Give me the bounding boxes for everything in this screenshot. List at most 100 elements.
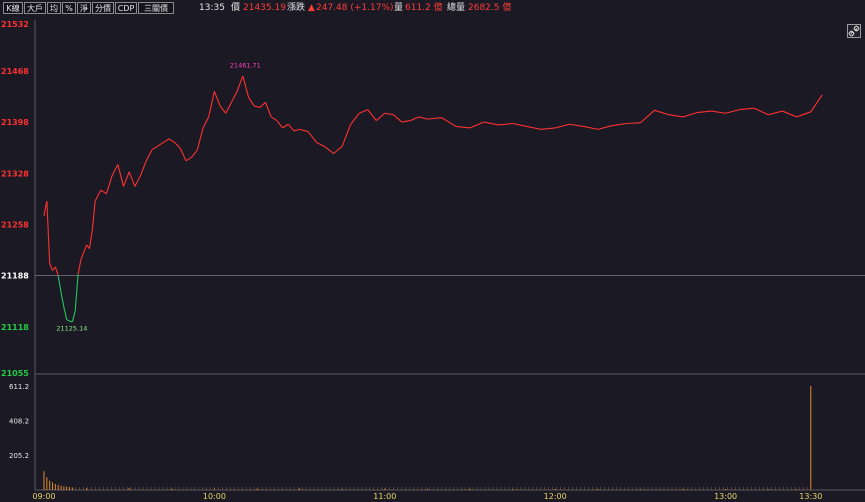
price-segment [196, 127, 204, 150]
volume-bar-minor [83, 487, 84, 490]
volume-bar [725, 488, 727, 490]
price-segment [697, 110, 712, 114]
price-segment [134, 175, 142, 187]
volume-bar-minor [389, 487, 390, 490]
volume-bar-minor [484, 487, 486, 490]
volume-bar-minor [182, 487, 184, 490]
price-segment [555, 123, 570, 129]
volume-bar-minor [512, 487, 514, 490]
volume-bar-minor [580, 487, 581, 490]
volume-bar-minor [313, 487, 315, 490]
volume-bar-minor [743, 487, 744, 490]
volume-bar-minor [162, 487, 164, 490]
time-tick-label: 13:00 [714, 492, 737, 501]
price-segment [52, 266, 56, 271]
price-segment [333, 145, 343, 154]
price-segment [46, 201, 51, 264]
volume-bar-minor [548, 487, 549, 490]
price-segment [540, 127, 556, 130]
price-segment [316, 142, 326, 148]
volume-bar-minor [480, 487, 482, 490]
volume-bar-minor [715, 487, 716, 490]
price-segment [583, 125, 598, 130]
volume-bar [71, 487, 73, 490]
volume-bar-minor [711, 487, 712, 490]
time-tick-label: 11:00 [373, 492, 396, 501]
volume-bar-minor [393, 487, 394, 490]
volume-bar-minor [655, 487, 657, 490]
volume-bar-minor [699, 487, 701, 490]
volume-bar-minor [691, 487, 693, 490]
volume-bar-minor [663, 487, 665, 490]
volume-bar-minor [385, 487, 386, 490]
volume-bar-minor [552, 487, 553, 490]
volume-bar-minor [281, 487, 283, 490]
volume-bar-minor [707, 487, 709, 490]
price-segment [753, 107, 769, 116]
volume-bar-minor [262, 487, 263, 490]
volume-bar [60, 485, 62, 490]
volume-bar-minor [786, 487, 788, 490]
price-segment [410, 116, 420, 122]
volume-bar-minor [540, 487, 542, 490]
volume-bar-minor [118, 487, 120, 490]
price-segment [88, 230, 93, 249]
volume-bar-minor [488, 487, 490, 490]
volume-bar-minor [154, 487, 156, 490]
volume-bar-minor [437, 487, 438, 490]
volume-bar-minor [596, 487, 597, 490]
volume-bar-minor [226, 487, 227, 490]
volume-bar-minor [433, 487, 434, 490]
price-segment [739, 107, 755, 111]
volume-bar-minor [647, 487, 649, 490]
volume-bar-minor [731, 487, 732, 490]
volume-bar-minor [357, 487, 359, 490]
low-annotation: 21125.14 [56, 325, 87, 333]
price-segment [145, 149, 153, 162]
volume-bar-minor [278, 487, 279, 490]
volume-bar-minor [115, 487, 116, 490]
volume-tick-label: 205.2 [9, 452, 29, 460]
price-segment [392, 114, 403, 123]
volume-bar-minor [218, 487, 219, 490]
price-segment [111, 164, 119, 176]
price-segment [569, 123, 584, 127]
price-tick-label: 21258 [1, 220, 29, 229]
volume-bar-minor [349, 487, 351, 490]
price-segment [117, 164, 125, 187]
volume-bar-minor [798, 487, 800, 490]
volume-bar-minor [325, 487, 327, 490]
price-tick-label: 21532 [1, 20, 29, 29]
price-segment [375, 112, 386, 121]
price-segment [74, 274, 79, 311]
volume-bar [597, 489, 599, 490]
volume-bar-minor [274, 487, 275, 490]
price-segment [71, 310, 76, 322]
price-segment [293, 128, 300, 132]
price-segment [265, 102, 272, 118]
time-tick-label: 10:00 [203, 492, 226, 501]
volume-bar-minor [775, 487, 776, 490]
link-button[interactable] [847, 24, 861, 38]
price-segment [287, 123, 295, 132]
volume-bar-minor [536, 487, 538, 490]
price-segment [54, 266, 59, 276]
price-segment [384, 112, 394, 116]
price-tick-label: 21328 [1, 169, 29, 178]
volume-bar-minor [460, 487, 462, 490]
price-segment [105, 175, 113, 194]
price-segment [91, 201, 96, 231]
volume-bar-minor [170, 487, 172, 490]
volume-bar [299, 488, 301, 490]
price-segment [276, 120, 283, 129]
price-segment [341, 124, 352, 147]
price-segment [208, 91, 215, 118]
volume-bar [128, 487, 130, 490]
volume-bar-minor [242, 487, 243, 490]
volume-bar-minor [604, 487, 605, 490]
volume-bar-minor [246, 487, 247, 490]
volume-bar-minor [464, 487, 466, 490]
volume-bar-minor [683, 487, 685, 490]
price-segment [307, 131, 318, 143]
price-segment [654, 109, 669, 116]
